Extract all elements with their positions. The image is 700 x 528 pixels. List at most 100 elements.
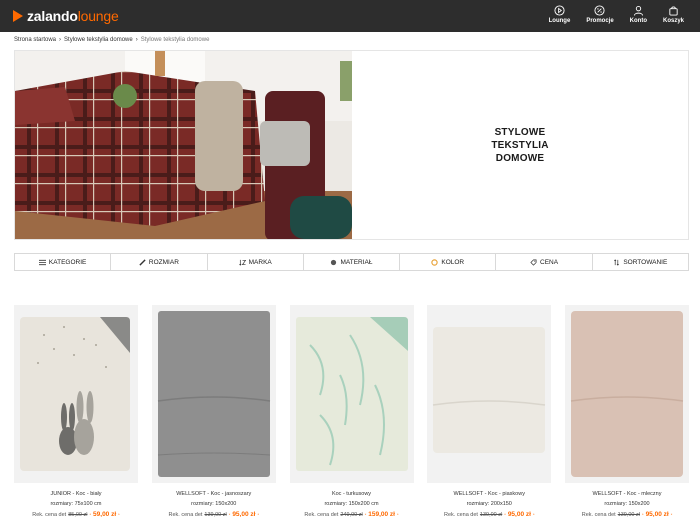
nav-koszyk-label: Koszyk xyxy=(662,18,684,24)
header-nav: Lounge Promocje Konto Koszyk xyxy=(549,5,684,24)
recommended-price-label: Rek. cena det xyxy=(168,512,203,518)
recommended-price-label: Rek. cena det xyxy=(443,512,478,518)
sand-blanket-image xyxy=(427,305,552,483)
old-price: 249,00 zł xyxy=(340,512,363,518)
asterisk-icon: * xyxy=(89,512,92,517)
sort-arrows-icon xyxy=(614,258,620,266)
sale-price: 95,00 zł xyxy=(507,511,531,518)
product-size: rozmiary: 150x200 xyxy=(604,501,650,507)
product-image xyxy=(151,305,276,483)
product-price: Rek. cena det 249,00 zł * 159,00 zł * xyxy=(290,511,414,518)
product-card[interactable]: WELLSOFT - Koc - piaskowy rozmiary: 200x… xyxy=(427,305,552,518)
logo-text-lounge: lounge xyxy=(77,8,119,24)
product-name: WELLSOFT - Koc - piaskowy xyxy=(453,491,525,497)
asterisk-icon: * xyxy=(504,512,506,517)
hero-banner: STYLOWE TEKSTYLIA DOMOWE xyxy=(14,50,689,240)
chevron-right-icon: › xyxy=(135,37,138,43)
recommended-price-label: Rek. cena det xyxy=(304,512,339,518)
bunny-blanket-image xyxy=(14,305,138,483)
circle-icon xyxy=(331,259,337,265)
asterisk-icon: * xyxy=(118,512,120,517)
product-card[interactable]: WELLSOFT - Koc - mleczny rozmiary: 150x2… xyxy=(565,305,689,518)
milky-blanket-image xyxy=(565,305,689,483)
asterisk-icon: * xyxy=(670,512,673,517)
sale-price: 95,00 zł xyxy=(645,511,669,518)
product-card[interactable]: JUNIOR - Koc - biały rozmiary: 75x100 cm… xyxy=(14,305,138,518)
old-price: 139,00 zł xyxy=(204,512,227,518)
product-price: Rek. cena det 139,00 zł * 95,00 zł * xyxy=(152,511,276,518)
product-card[interactable]: Koc - turkusowy rozmiary: 150x200 cm Rek… xyxy=(289,305,414,518)
product-size: rozmiary: 150x200 cm xyxy=(324,501,379,507)
filter-cena-label: CENA xyxy=(540,258,559,266)
product-image xyxy=(565,305,689,483)
product-name: WELLSOFT - Koc - mleczny xyxy=(592,491,662,497)
product-name: JUNIOR - Koc - biały xyxy=(50,491,102,497)
product-card[interactable]: WELLSOFT - Koc - jasnoszary rozmiary: 15… xyxy=(151,305,276,518)
nav-konto[interactable]: Konto xyxy=(630,5,647,24)
filter-material[interactable]: MATERIAŁ xyxy=(304,254,401,270)
bedroom-photo xyxy=(15,51,352,239)
product-price: Rek. cena det 139,00 zł * 95,00 zł * xyxy=(427,511,551,518)
nav-promocje[interactable]: Promocje xyxy=(586,5,614,24)
filter-kategorie-label: KATEGORIE xyxy=(48,258,87,266)
chevron-right-icon: › xyxy=(59,37,62,43)
product-grid: JUNIOR - Koc - biały rozmiary: 75x100 cm… xyxy=(14,305,689,518)
product-size: rozmiary: 200x150 xyxy=(466,501,512,507)
nav-promocje-label: Promocje xyxy=(586,18,614,24)
asterisk-icon: * xyxy=(257,512,260,517)
filter-sortowanie[interactable]: SORTOWANIE xyxy=(593,254,688,270)
sale-price: 59,00 zł xyxy=(93,511,117,518)
ruler-icon xyxy=(139,258,146,266)
filter-sortowanie-label: SORTOWANIE xyxy=(623,258,668,266)
asterisk-icon: * xyxy=(397,512,399,517)
product-size: rozmiary: 75x100 cm xyxy=(50,501,102,507)
recommended-price-label: Rek. cena det xyxy=(581,512,616,518)
filter-kolor[interactable]: KOLOR xyxy=(400,254,497,270)
sale-price: 95,00 zł xyxy=(232,511,256,518)
filter-rozmiar-label: ROZMIAR xyxy=(148,258,179,266)
color-circle-icon xyxy=(431,258,439,266)
nav-lounge-label: Lounge xyxy=(548,18,571,24)
product-size: rozmiary: 150x200 xyxy=(191,501,237,507)
nav-koszyk[interactable]: Koszyk xyxy=(663,5,684,24)
product-image xyxy=(14,305,138,483)
logo-text-main: zalando xyxy=(27,8,78,24)
asterisk-icon: * xyxy=(532,512,535,517)
zalando-logo-icon xyxy=(13,10,23,22)
filter-kategorie[interactable]: KATEGORIE xyxy=(15,254,112,270)
product-name: Koc - turkusowy xyxy=(331,491,372,497)
nav-konto-label: Konto xyxy=(629,18,647,24)
sort-az-icon xyxy=(238,259,246,266)
hero-image xyxy=(15,51,352,239)
sale-price: 159,00 zł xyxy=(368,511,395,518)
recommended-price-label: Rek. cena det xyxy=(32,512,67,518)
asterisk-icon: * xyxy=(642,512,644,517)
filter-rozmiar[interactable]: ROZMIAR xyxy=(111,254,208,270)
filter-marka-label: MARKA xyxy=(248,258,272,266)
grey-blanket-image xyxy=(151,305,276,483)
percent-circle-icon xyxy=(594,5,606,16)
nav-lounge[interactable]: Lounge xyxy=(548,5,571,24)
product-image xyxy=(289,305,414,483)
breadcrumb-home[interactable]: Strona startowa xyxy=(14,37,56,43)
old-price: 139,00 zł xyxy=(479,512,503,518)
product-price: Rek. cena det 85,00 zł * 59,00 zł * xyxy=(14,511,138,518)
top-bar: zalandolounge Lounge Promocje Konto Kosz… xyxy=(0,0,700,32)
filter-kolor-label: KOLOR xyxy=(441,258,465,266)
asterisk-icon: * xyxy=(228,512,231,517)
product-price: Rek. cena det 139,00 zł * 95,00 zł * xyxy=(565,511,689,518)
zalando-lounge-logo[interactable]: zalandolounge xyxy=(12,8,119,24)
filter-cena[interactable]: CENA xyxy=(496,254,593,270)
asterisk-icon: * xyxy=(364,512,367,517)
filter-material-label: MATERIAŁ xyxy=(340,258,373,266)
breadcrumb-category[interactable]: Stylowe tekstylia domowe xyxy=(64,37,133,43)
tag-icon xyxy=(530,259,537,266)
product-image xyxy=(427,305,552,483)
old-price: 85,00 zł xyxy=(68,512,88,518)
breadcrumb-current: Stylowe tekstylia domowe xyxy=(140,37,210,43)
filter-marka[interactable]: MARKA xyxy=(208,254,304,270)
breadcrumb: Strona startowa › Stylowe tekstylia domo… xyxy=(14,37,209,43)
user-icon xyxy=(633,6,643,16)
old-price: 139,00 zł xyxy=(617,512,640,518)
play-circle-icon xyxy=(554,5,565,16)
